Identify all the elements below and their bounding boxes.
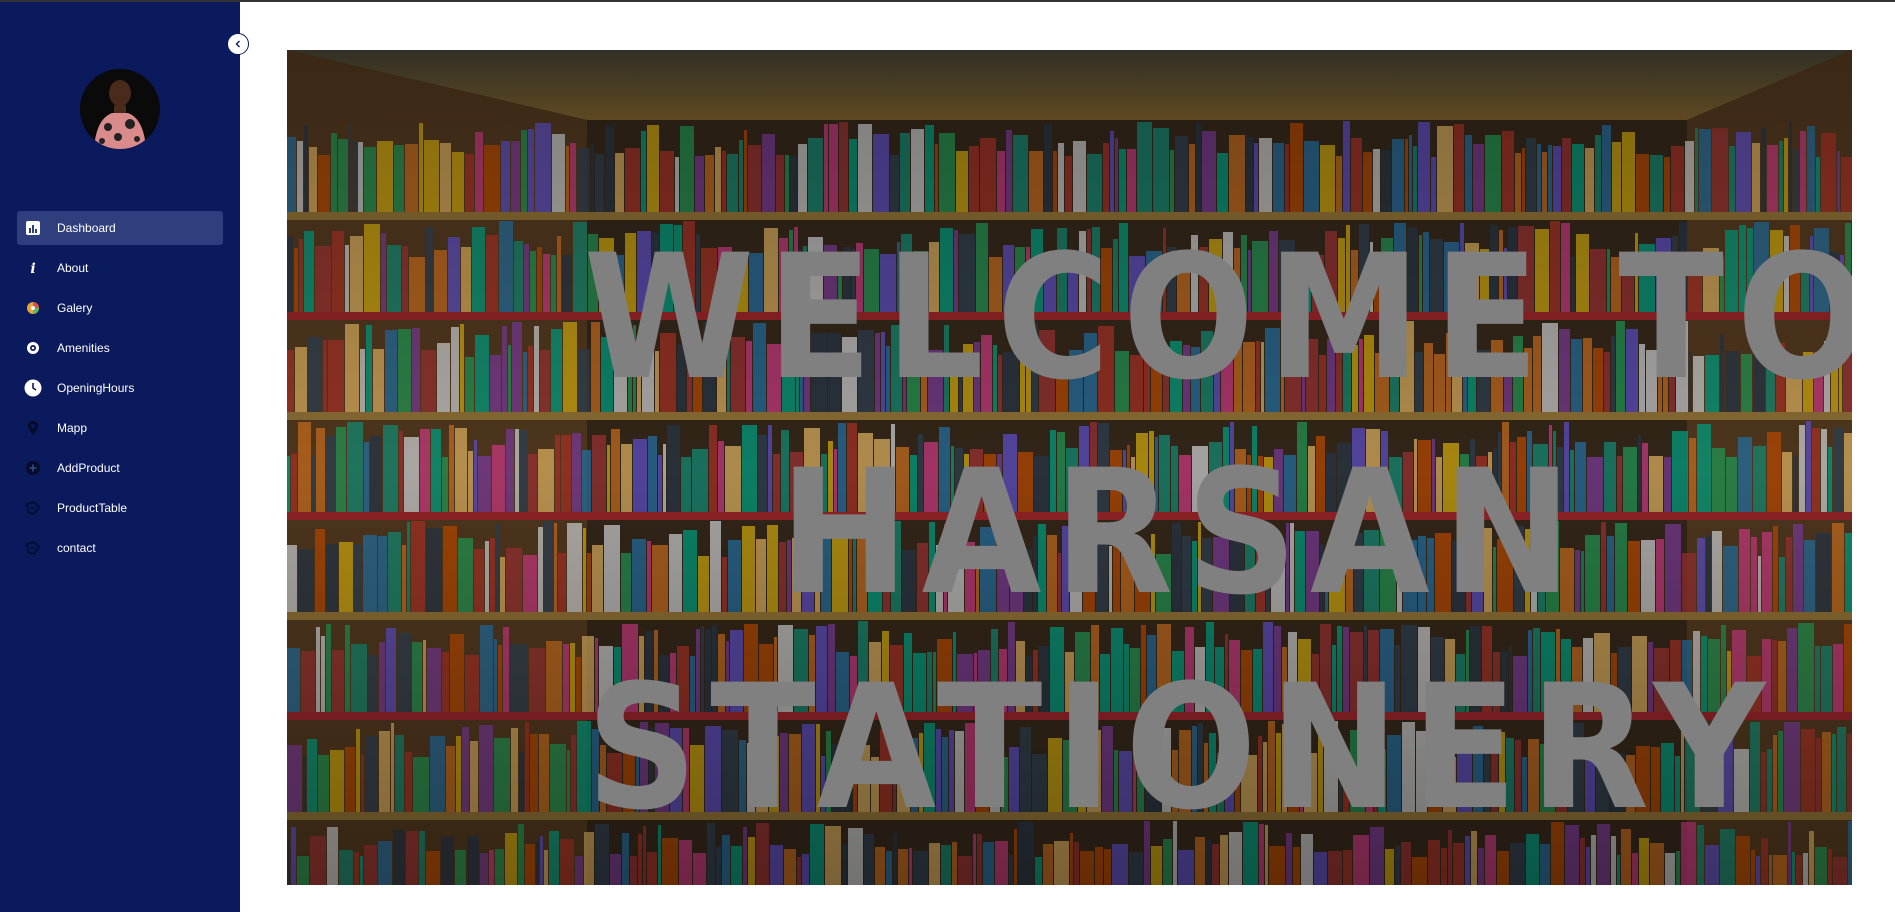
sidebar-item-about[interactable]: i About: [17, 251, 223, 285]
sidebar-item-label: ProductTable: [57, 501, 128, 515]
sidebar-item-label: AddProduct: [57, 461, 120, 475]
sidebar-collapse-button[interactable]: [227, 33, 249, 55]
sidebar-item-amenities[interactable]: Amenities: [17, 331, 223, 365]
table-icon: [24, 499, 42, 517]
sidebar-item-dashboard[interactable]: Dashboard: [17, 211, 223, 245]
hero-welcome-title: WELCOME TO HARSAN STATIONERY: [583, 210, 1853, 855]
add-circle-icon: [24, 459, 42, 477]
user-avatar[interactable]: [80, 69, 160, 149]
contact-icon: [24, 539, 42, 557]
sidebar-item-openinghours[interactable]: OpeningHours: [17, 371, 223, 405]
clock-icon: [24, 379, 42, 397]
sidebar-item-label: contact: [57, 541, 96, 555]
sidebar-item-label: Dashboard: [57, 221, 116, 235]
sidebar-item-mapp[interactable]: Mapp: [17, 411, 223, 445]
info-icon: i: [24, 259, 42, 277]
top-border: [0, 0, 1895, 2]
sidebar-item-label: Amenities: [57, 341, 110, 355]
sidebar-item-producttable[interactable]: ProductTable: [17, 491, 223, 525]
map-pin-icon: [24, 419, 42, 437]
sidebar-item-addproduct[interactable]: AddProduct: [17, 451, 223, 485]
sidebar-item-label: About: [57, 261, 89, 275]
hero-title-line-2: HARSAN: [779, 432, 1585, 633]
sidebar-item-label: Mapp: [57, 421, 88, 435]
chevron-left-icon: [235, 40, 240, 48]
sidebar-item-label: Galery: [57, 301, 93, 315]
svg-text:i: i: [30, 261, 35, 276]
sidebar: Dashboard i About Galery Amenities Openi…: [0, 2, 240, 912]
hero-title-line-3: STATIONERY: [586, 647, 1778, 848]
hero-banner: WELCOME TO HARSAN STATIONERY: [287, 50, 1852, 885]
sidebar-nav: Dashboard i About Galery Amenities Openi…: [17, 211, 223, 571]
dashboard-icon: [24, 219, 42, 237]
sidebar-item-contact[interactable]: contact: [17, 531, 223, 565]
avatar-photo: [80, 69, 160, 149]
target-icon: [24, 339, 42, 357]
sidebar-item-galery[interactable]: Galery: [17, 291, 223, 325]
hero-title-line-1: WELCOME TO: [583, 217, 1853, 418]
sidebar-item-label: OpeningHours: [57, 381, 135, 395]
palette-icon: [24, 299, 42, 317]
